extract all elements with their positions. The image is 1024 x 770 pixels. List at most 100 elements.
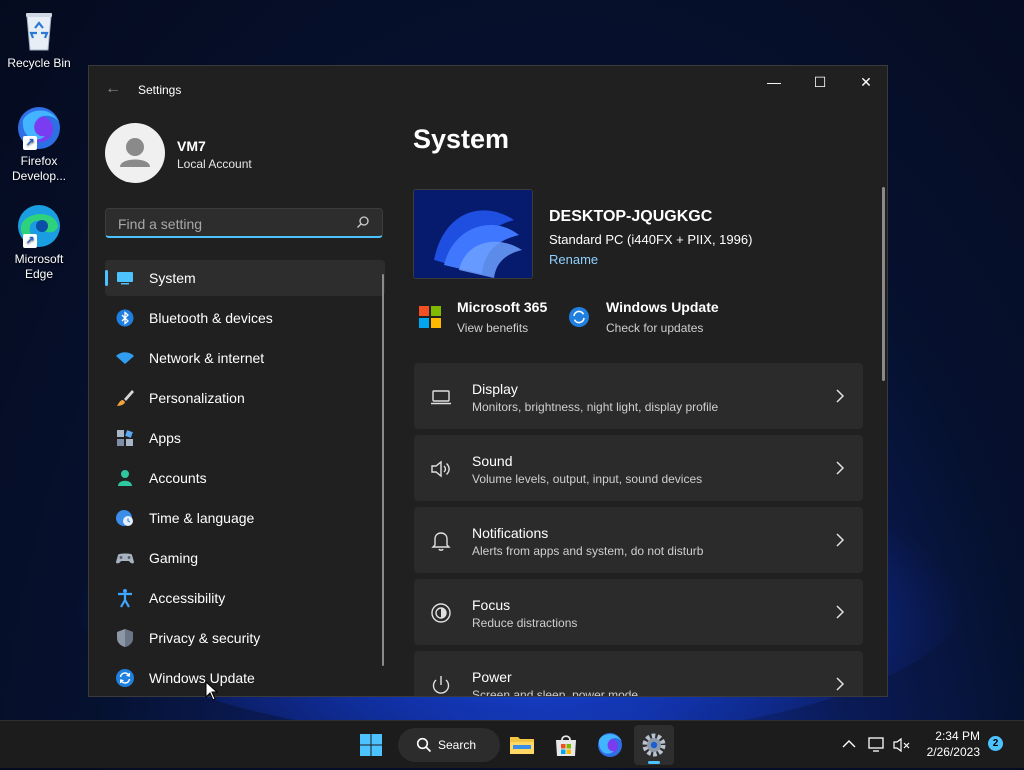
taskbar: Search — [0, 720, 1024, 768]
windows-logo-icon — [360, 734, 382, 756]
nav-item-personalization[interactable]: Personalization — [105, 380, 385, 416]
card-display[interactable]: Display Monitors, brightness, night ligh… — [414, 363, 863, 429]
nav-item-label: Accounts — [149, 470, 207, 486]
nav-item-label: Bluetooth & devices — [149, 310, 273, 326]
settings-nav: System Bluetooth & devices Network & int… — [105, 260, 385, 696]
firefox-developer-icon: ↗ — [15, 104, 63, 152]
nav-item-apps[interactable]: Apps — [105, 420, 385, 456]
tray-time[interactable]: 2:34 PM — [935, 729, 980, 743]
main-scrollbar[interactable] — [882, 187, 885, 381]
nav-item-accounts[interactable]: Accounts — [105, 460, 385, 496]
rename-link[interactable]: Rename — [549, 252, 598, 267]
taskbar-settings[interactable] — [634, 725, 674, 765]
nav-item-windows-update[interactable]: Windows Update — [105, 660, 385, 696]
speaker-icon — [431, 460, 450, 478]
notification-badge[interactable]: 2 — [988, 736, 1003, 751]
search-input[interactable] — [116, 214, 350, 234]
nav-item-time-language[interactable]: Time & language — [105, 500, 385, 536]
store-bag-icon — [556, 735, 576, 756]
nav-item-label: System — [149, 270, 196, 286]
account-name: VM7 — [177, 138, 206, 154]
maximize-button[interactable]: ☐ — [797, 66, 843, 98]
settings-window: ← Settings — ☐ ✕ VM7 Local Account Syste… — [88, 65, 888, 697]
windows-update-icon — [116, 669, 134, 687]
card-title: Power — [472, 669, 512, 685]
back-arrow-icon[interactable]: ← — [105, 80, 121, 98]
microsoft-logo-icon — [419, 306, 441, 328]
speaker-muted-icon[interactable] — [893, 737, 911, 753]
network-monitor-icon[interactable] — [868, 737, 886, 753]
nav-item-accessibility[interactable]: Accessibility — [105, 580, 385, 616]
quick-link-subtitle: Check for updates — [606, 321, 704, 335]
card-subtitle: Volume levels, output, input, sound devi… — [472, 472, 703, 486]
nav-item-privacy-security[interactable]: Privacy & security — [105, 620, 385, 656]
start-button[interactable] — [351, 725, 391, 765]
card-title: Focus — [472, 597, 511, 613]
desktop-icon-label: Recycle Bin — [7, 56, 71, 70]
apps-icon — [117, 430, 133, 446]
nav-scrollbar[interactable] — [382, 274, 384, 666]
nav-item-label: Windows Update — [149, 670, 255, 686]
nav-item-network-internet[interactable]: Network & internet — [105, 340, 385, 376]
edge-icon: ↗ — [15, 202, 63, 250]
user-avatar-icon — [120, 138, 150, 167]
paintbrush-icon — [117, 390, 134, 406]
card-sound[interactable]: Sound Volume levels, output, input, soun… — [414, 435, 863, 501]
quick-link-title: Microsoft 365 — [457, 299, 548, 315]
desktop-icon-recycle-bin[interactable]: Recycle Bin — [4, 6, 74, 71]
card-notifications[interactable]: Notifications Alerts from apps and syste… — [414, 507, 863, 573]
window-title: Settings — [138, 83, 182, 97]
desktop-icon-microsoft-edge[interactable]: ↗ Microsoft Edge — [4, 202, 74, 282]
shortcut-arrow-icon: ↗ — [23, 234, 37, 248]
taskbar-firefox-developer[interactable] — [590, 725, 630, 765]
selection-indicator — [105, 270, 108, 286]
system-display-icon — [117, 272, 133, 285]
card-title: Notifications — [472, 525, 549, 541]
taskbar-file-explorer[interactable] — [502, 725, 542, 765]
nav-item-label: Gaming — [149, 550, 199, 566]
card-focus[interactable]: Focus Reduce distractions — [414, 579, 863, 645]
mouse-cursor-icon — [205, 681, 219, 701]
wifi-icon — [116, 352, 134, 364]
windows-update-icon — [569, 307, 589, 327]
gamepad-icon — [116, 553, 134, 564]
search-icon — [416, 737, 432, 753]
nav-item-gaming[interactable]: Gaming — [105, 540, 385, 576]
nav-item-label: Accessibility — [149, 590, 226, 606]
chevron-right-icon — [836, 533, 845, 547]
shortcut-arrow-icon: ↗ — [23, 136, 37, 150]
firefox-developer-icon — [598, 733, 622, 757]
account-type: Local Account — [177, 157, 252, 171]
globe-clock-icon — [116, 510, 133, 526]
desktop-icon-firefox-developer[interactable]: ↗ Firefox Develop... — [4, 104, 74, 184]
nav-item-label: Personalization — [149, 390, 245, 406]
avatar[interactable] — [105, 123, 165, 183]
nav-item-label: Privacy & security — [149, 630, 261, 646]
taskbar-microsoft-store[interactable] — [546, 725, 586, 765]
desktop-icon-label: Microsoft Edge — [14, 252, 64, 281]
chevron-up-icon[interactable] — [842, 739, 856, 749]
laptop-icon — [431, 390, 451, 405]
close-button[interactable]: ✕ — [843, 66, 887, 98]
tray-date[interactable]: 2/26/2023 — [920, 745, 980, 759]
nav-item-system[interactable]: System — [105, 260, 385, 296]
taskbar-search-button[interactable]: Search — [398, 728, 500, 762]
card-subtitle: Alerts from apps and system, do not dist… — [472, 544, 704, 558]
card-power[interactable]: Power Screen and sleep, power mode — [414, 651, 863, 696]
nav-item-label: Apps — [149, 430, 181, 446]
nav-item-label: Network & internet — [149, 350, 265, 366]
quick-link-title: Windows Update — [606, 299, 719, 315]
settings-search-box[interactable] — [105, 208, 383, 238]
nav-item-bluetooth-devices[interactable]: Bluetooth & devices — [105, 300, 385, 336]
card-subtitle: Reduce distractions — [472, 616, 578, 630]
page-title: System — [413, 124, 510, 154]
title-bar[interactable]: ← Settings — ☐ ✕ — [89, 66, 887, 114]
minimize-button[interactable]: — — [751, 66, 797, 98]
nav-item-label: Time & language — [149, 510, 255, 526]
search-icon[interactable] — [356, 215, 370, 229]
pc-model: Standard PC (i440FX + PIIX, 1996) — [549, 232, 753, 247]
running-indicator — [648, 761, 660, 764]
card-title: Display — [472, 381, 518, 397]
recycle-bin-icon — [15, 6, 63, 54]
shield-icon — [117, 629, 133, 647]
